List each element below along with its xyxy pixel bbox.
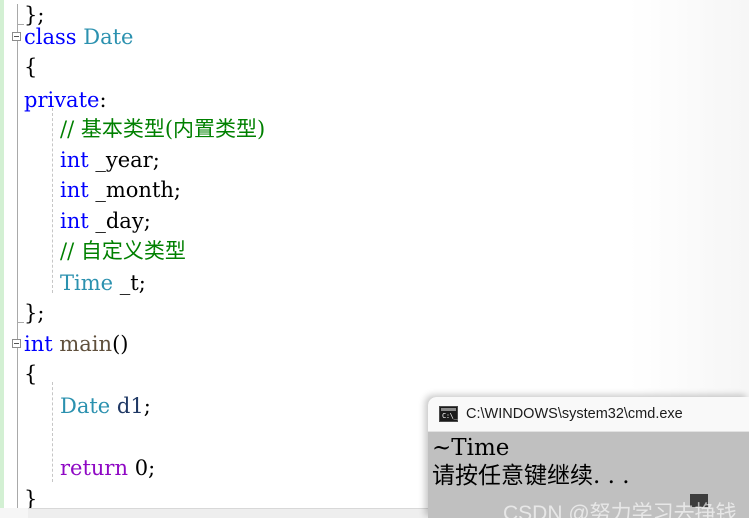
- screenshot-root: }; class Date{private:// 基本类型(内置类型) int _y…: [0, 0, 749, 518]
- code-token: {: [24, 362, 38, 386]
- code-line: {: [0, 359, 37, 389]
- code-line: Date d1;: [0, 391, 151, 421]
- code-token: _year;: [88, 148, 160, 172]
- code-token: d1: [116, 394, 144, 418]
- code-token: Time: [60, 271, 114, 295]
- console-cursor: [690, 494, 708, 507]
- console-output-line-2: 请按任意键继续. . .: [432, 463, 630, 489]
- code-token: :: [99, 88, 107, 112]
- code-token: // 基本类型(内置类型): [60, 117, 266, 141]
- code-token: Date: [83, 25, 134, 49]
- code-token: int: [60, 178, 89, 202]
- code-token: _t;: [113, 271, 146, 295]
- code-line: int _year;: [0, 145, 160, 175]
- code-line: // 基本类型(内置类型): [0, 114, 265, 144]
- console-titlebar[interactable]: C:\_ C:\WINDOWS\system32\cmd.exe: [428, 397, 749, 432]
- code-token: };: [24, 301, 45, 325]
- cmd-icon-prompt-text: C:\_: [442, 412, 458, 420]
- code-token: {: [24, 55, 38, 79]
- code-line: return 0;: [0, 453, 155, 483]
- code-token: return: [60, 456, 128, 480]
- code-token: private: [24, 88, 100, 112]
- code-token: int: [60, 148, 89, 172]
- code-line: int _day;: [0, 206, 151, 236]
- code-token: ;: [143, 394, 151, 418]
- code-token: (): [112, 332, 129, 356]
- editor-bottom-left-corner: [0, 508, 28, 518]
- code-token: _month;: [88, 178, 181, 202]
- cmd-console-icon: C:\_: [439, 406, 458, 422]
- code-token: ;: [148, 456, 156, 480]
- console-output-area[interactable]: ~Time 请按任意键继续. . . CSDN @努力学习去挣钱: [428, 432, 749, 518]
- code-line: int _month;: [0, 175, 181, 205]
- code-line: };: [0, 298, 44, 328]
- code-token: main: [59, 332, 113, 356]
- code-line: Time _t;: [0, 268, 146, 298]
- console-output-line-1: ~Time: [432, 435, 510, 461]
- code-token: Date: [60, 394, 111, 418]
- code-line: class Date: [0, 22, 133, 52]
- code-token: int: [24, 332, 53, 356]
- code-token: 0: [134, 456, 149, 480]
- code-line: private:: [0, 85, 107, 115]
- code-token: // 自定义类型: [60, 239, 186, 263]
- code-token: _day;: [88, 209, 151, 233]
- code-line: // 自定义类型: [0, 236, 186, 266]
- code-token: int: [60, 209, 89, 233]
- console-title-text: C:\WINDOWS\system32\cmd.exe: [466, 406, 683, 422]
- code-line: int main(): [0, 329, 128, 359]
- code-token: class: [24, 25, 84, 49]
- code-line: {: [0, 52, 37, 82]
- cmd-console-window[interactable]: C:\_ C:\WINDOWS\system32\cmd.exe ~Time 请…: [428, 397, 749, 518]
